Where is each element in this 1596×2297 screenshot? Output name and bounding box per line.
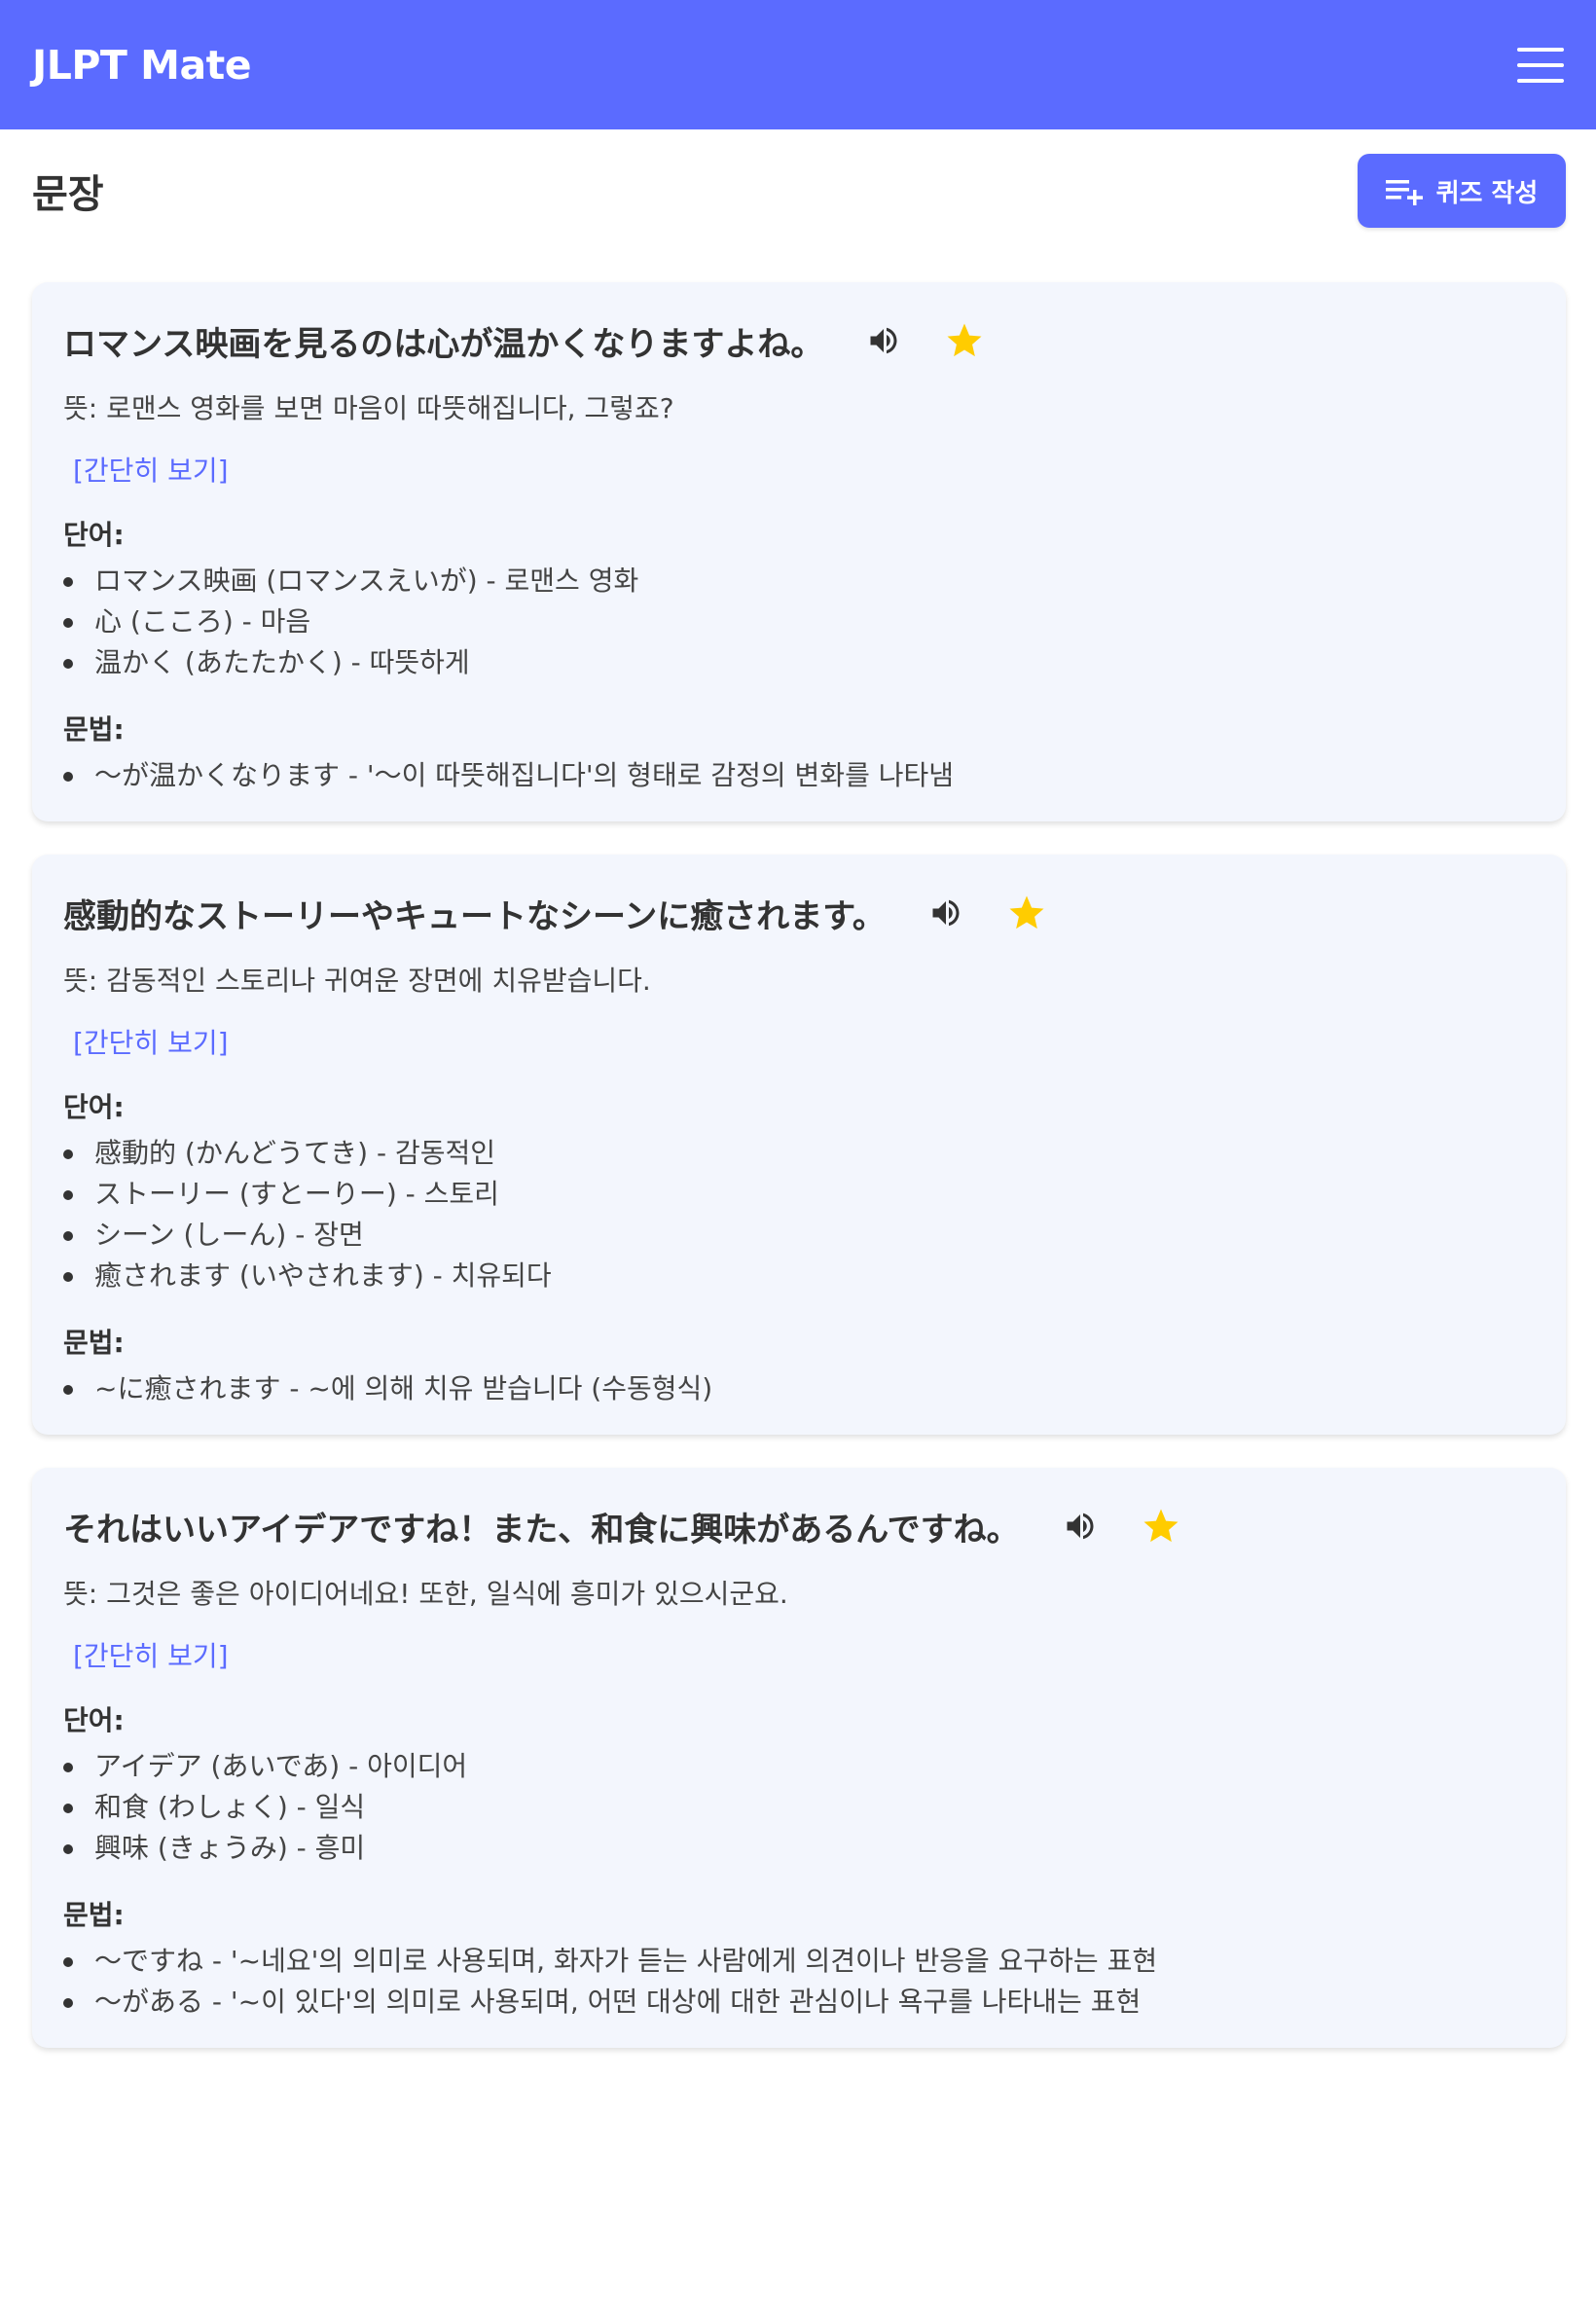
vocab-item: 温かく (あたたかく) - 따뜻하게 [63,642,1535,683]
playlist-add-icon [1385,180,1423,205]
vocab-list: 感動的 (かんどうてき) - 감동적인 ストーリー (すとーりー) - 스토리 シー… [63,1133,1535,1296]
grammar-list: ~に癒されます - ~에 의해 치유 받습니다 (수동형식) [63,1368,1535,1409]
star-icon[interactable] [944,320,985,361]
sentence-row: ロマンス映画を見るのは心が温かくなりますよね。 [63,315,1535,366]
grammar-item: ~に癒されます - ~에 의해 치유 받습니다 (수동형식) [63,1368,1535,1409]
star-icon[interactable] [1006,893,1047,933]
vocab-item: アイデア (あいであ) - 아이디어 [63,1746,1535,1787]
grammar-list: ～が温かくなります - '～이 따뜻해집니다'의 형태로 감정의 변화를 나타냄 [63,755,1535,796]
sentence-card-list: ロマンス映画を見るのは心が温かくなりますよね。 뜻: 로맨스 영화를 보면 마음… [32,282,1566,2081]
grammar-list: ～ですね - '~네요'의 의미로 사용되며, 화자가 듣는 사람에게 의견이나… [63,1941,1535,2023]
hamburger-menu-icon[interactable] [1517,47,1564,83]
grammar-heading: 문법: [63,1899,125,1931]
grammar-item: ～ですね - '~네요'의 의미로 사용되며, 화자가 듣는 사람에게 의견이나… [63,1941,1535,1982]
brief-view-link[interactable]: [간단히 보기] [73,450,229,489]
sentence-meaning: 뜻: 감동적인 스토리나 귀여운 장면에 치유받습니다. [63,965,651,997]
sentence-card: それはいいアイデアですね！また、和食に興味があるんですね。 뜻: 그것은 좋은 … [32,1468,1566,2048]
sentence-meaning: 뜻: 그것은 좋은 아이디어네요! 또한, 일식에 흥미가 있으시군요. [63,1578,788,1610]
brief-view-link[interactable]: [간단히 보기] [73,1022,229,1061]
vocab-item: 和食 (わしょく) - 일식 [63,1787,1535,1828]
vocab-heading: 단어: [63,1091,125,1123]
sentence-card: 感動的なストーリーやキュートなシーンに癒されます。 뜻: 감동적인 스토리나 귀… [32,855,1566,1435]
app-title: JLPT Mate [32,41,252,89]
brief-view-link[interactable]: [간단히 보기] [73,1635,229,1674]
grammar-item: ～が温かくなります - '～이 따뜻해집니다'의 형태로 감정의 변화를 나타냄 [63,755,1535,796]
app-bar: JLPT Mate [0,0,1596,129]
vocab-item: ストーリー (すとーりー) - 스토리 [63,1174,1535,1215]
grammar-item: ～がある - '~이 있다'의 의미로 사용되며, 어떤 대상에 대한 관심이나… [63,1982,1535,2023]
speaker-icon[interactable] [1063,1509,1098,1544]
sentence-text: それはいいアイデアですね！また、和食に興味があるんですね。 [63,1510,1020,1550]
vocab-item: シーン (しーん) - 장면 [63,1215,1535,1256]
page-title: 문장 [32,172,104,217]
sentence-row: 感動的なストーリーやキュートなシーンに癒されます。 [63,888,1535,938]
sentence-text: 感動的なストーリーやキュートなシーンに癒されます。 [63,896,886,936]
speaker-icon[interactable] [928,895,963,930]
vocab-item: 感動的 (かんどうてき) - 감동적인 [63,1133,1535,1174]
vocab-list: ロマンス映画 (ロマンスえいが) - 로맨스 영화 心 (こころ) - 마음 温かく… [63,561,1535,683]
vocab-item: 心 (こころ) - 마음 [63,602,1535,642]
vocab-list: アイデア (あいであ) - 아이디어 和食 (わしょく) - 일식 興味 (きょうみ… [63,1746,1535,1869]
speaker-icon[interactable] [866,323,901,358]
vocab-item: 癒されます (いやされます) - 치유되다 [63,1256,1535,1296]
sentence-text: ロマンス映画を見るのは心が温かくなりますよね。 [63,324,824,364]
vocab-item: ロマンス映画 (ロマンスえいが) - 로맨스 영화 [63,561,1535,602]
create-quiz-button[interactable]: 퀴즈 작성 [1358,154,1566,228]
star-icon[interactable] [1141,1506,1181,1547]
create-quiz-label: 퀴즈 작성 [1435,178,1539,208]
sentence-card: ロマンス映画を見るのは心が温かくなりますよね。 뜻: 로맨스 영화를 보면 마음… [32,282,1566,821]
grammar-heading: 문법: [63,1327,125,1359]
page-header: 문장 퀴즈 작성 [32,154,1566,228]
vocab-item: 興味 (きょうみ) - 흥미 [63,1828,1535,1869]
vocab-heading: 단어: [63,1704,125,1736]
grammar-heading: 문법: [63,713,125,746]
sentence-meaning: 뜻: 로맨스 영화를 보면 마음이 따뜻해집니다, 그렇죠? [63,392,674,424]
vocab-heading: 단어: [63,519,125,551]
sentence-row: それはいいアイデアですね！また、和食に興味があるんですね。 [63,1501,1535,1551]
